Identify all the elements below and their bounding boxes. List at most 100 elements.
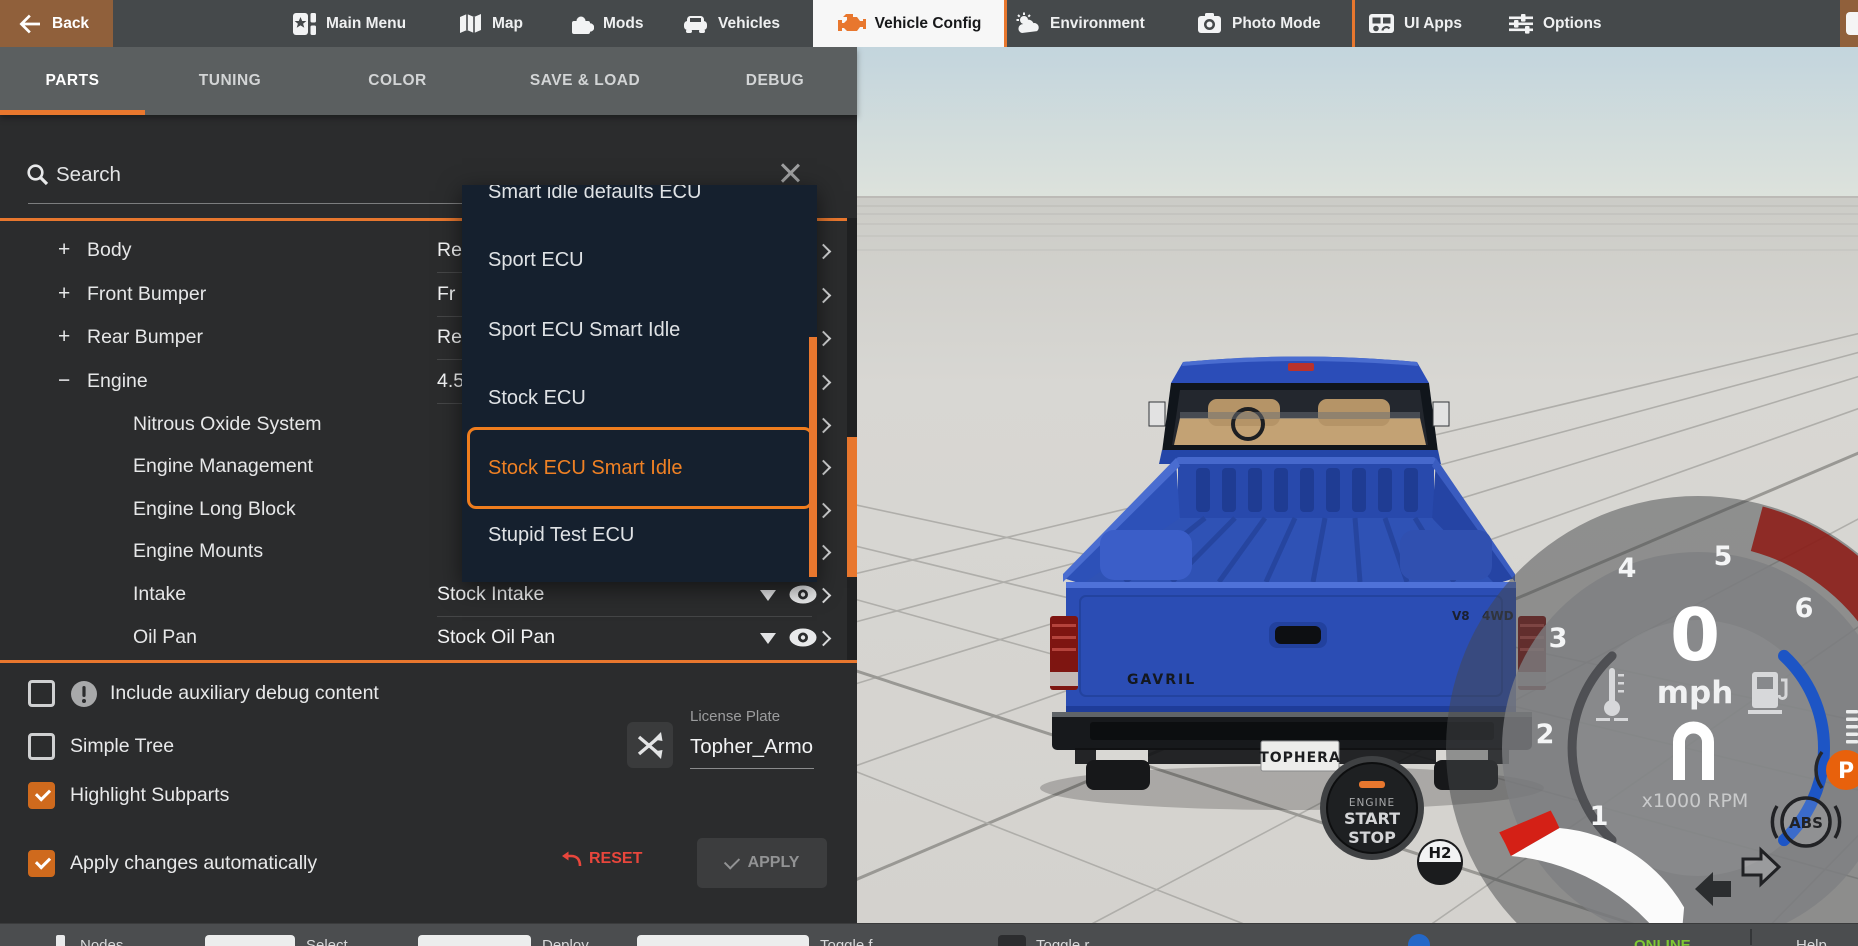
menu-item-environment[interactable]: Environment [1014,0,1145,47]
svg-text:3: 3 [1549,623,1568,654]
engine-start-stop-button[interactable]: ENGINE START STOP [1320,756,1424,860]
dropdown-scrollbar-thumb[interactable] [809,337,817,577]
back-button[interactable]: Back [0,0,113,47]
menu-item-vehicle-config[interactable]: Vehicle Config [813,0,1006,47]
part-select-intake[interactable]: Stock Intake [437,583,544,606]
menu-item-main-menu[interactable]: Main Menu [292,0,406,47]
selected-option-outline [467,427,813,509]
svg-text:5: 5 [1714,541,1733,572]
close-icon[interactable] [779,162,801,184]
license-plate-text: TOPHERA [1259,750,1341,766]
online-status: ONLINE [1634,937,1691,946]
left-wheel-arch [1100,530,1192,580]
checkbox-highlight-subparts[interactable] [28,782,55,809]
keycap [637,935,809,946]
dropdown-option[interactable]: Smart idle defaults ECU [462,185,817,213]
third-brake-light [1288,363,1314,371]
menu-item-vehicles[interactable]: Vehicles [682,0,780,47]
dropdown-option[interactable]: Stupid Test ECU [462,514,817,556]
check-icon [723,852,740,870]
svg-text:START: START [1344,809,1400,828]
svg-text:STOP: STOP [1348,828,1396,847]
expander-icon[interactable]: + [58,325,80,349]
menu-item-photo-mode[interactable]: Photo Mode [1196,0,1321,47]
randomize-plate-button[interactable] [627,722,673,768]
dropdown-option[interactable]: Stock ECU [462,377,817,419]
right-mirror [1432,401,1450,427]
tab-parts[interactable]: PARTS [10,47,135,115]
beamng-vehicle-config-screen: GAVRIL V8 4WD [0,0,1858,946]
car-icon [684,15,707,33]
bottom-hint-bar: Nodes Select Deploy Toggle f Toggle r ON… [0,923,1858,946]
svg-text:P: P [1838,759,1854,784]
license-plate-label: License Plate [690,708,781,725]
rpm-scale-label: x1000 RPM [1642,790,1749,812]
eye-icon[interactable] [788,627,818,648]
license-plate-underline [690,768,814,769]
tab-tuning[interactable]: TUNING [165,47,295,115]
dropdown-option[interactable]: Sport ECU [462,239,817,281]
left-mirror [1148,401,1166,427]
edge-button-partial[interactable] [1840,0,1858,47]
active-tab-underline [0,110,145,115]
tab-color[interactable]: COLOR [335,47,460,115]
tree-row-oil-pan[interactable]: Oil Pan Stock Oil Pan [0,617,857,659]
menu-item-ui-apps[interactable]: UI Apps [1368,0,1462,47]
svg-text:6: 6 [1795,593,1814,624]
sky [857,47,1858,198]
checkbox-simple-tree[interactable] [28,733,55,760]
menu-item-map[interactable]: Map [458,0,523,47]
undo-icon [562,851,582,866]
warning-icon [71,681,97,707]
part-value[interactable]: Fr [437,283,455,306]
part-value[interactable]: 4.5 [437,370,464,393]
part-value[interactable]: Re [437,326,462,349]
expander-icon[interactable]: + [58,282,80,306]
apply-button[interactable]: APPLY [697,838,827,888]
license-plate-input[interactable]: Topher_Armo [690,735,814,759]
reset-button[interactable]: RESET [560,850,642,868]
help-link[interactable]: Help [1796,937,1827,946]
checkbox-apply-automatically[interactable] [28,850,55,877]
engine-badge: V8 [1452,609,1470,623]
part-select-oil-pan[interactable]: Stock Oil Pan [437,626,555,649]
svg-text:1: 1 [1590,801,1609,832]
menu-item-mods[interactable]: Mods [568,0,643,47]
tailgate-handle [1275,626,1321,644]
svg-text:H2: H2 [1429,844,1452,862]
search-input[interactable]: Search [56,163,121,187]
dropdown-caret[interactable] [760,590,776,601]
weather-icon [1016,12,1039,33]
speed-unit: mph [1657,675,1734,711]
puzzle-icon [572,16,594,34]
search-icon [27,164,49,186]
online-status-icon [1408,934,1430,946]
left-tire [1086,760,1150,790]
dropdown-caret[interactable] [760,633,776,644]
config-tabs-bar: PARTS TUNING COLOR SAVE & LOAD DEBUG [0,47,857,115]
expander-icon[interactable]: − [58,369,80,393]
edge-button-icon [1846,12,1858,35]
tab-debug[interactable]: DEBUG [710,47,840,115]
ecu-dropdown-menu: Smart idle defaults ECU Sport ECU Sport … [462,185,817,582]
back-arrow-icon [19,14,40,33]
expander-icon[interactable]: + [58,238,80,262]
panel-scrollbar-thumb[interactable] [847,437,857,577]
sliders-icon [1509,14,1533,34]
part-value[interactable]: Re [437,239,462,262]
checkbox-include-aux-debug[interactable] [28,680,55,707]
menu-item-options[interactable]: Options [1508,0,1602,47]
start-button-indicator [1359,781,1385,788]
menu-separator [1004,0,1007,47]
top-menu-bar: Back Main Menu Map Mods Vehicles Vehicle… [0,0,1858,47]
tab-save-load[interactable]: SAVE & LOAD [505,47,665,115]
brand-badge: GAVRIL [1127,672,1196,688]
dropdown-option[interactable]: Sport ECU Smart Idle [462,309,817,351]
eye-icon[interactable] [788,584,818,605]
svg-text:4: 4 [1618,553,1637,584]
ui-apps-icon [1369,14,1394,33]
beamng-logo-icon [293,12,316,35]
speed-value: 0 [1670,593,1720,677]
menu-separator [1352,0,1355,47]
camera-icon [1198,13,1221,33]
